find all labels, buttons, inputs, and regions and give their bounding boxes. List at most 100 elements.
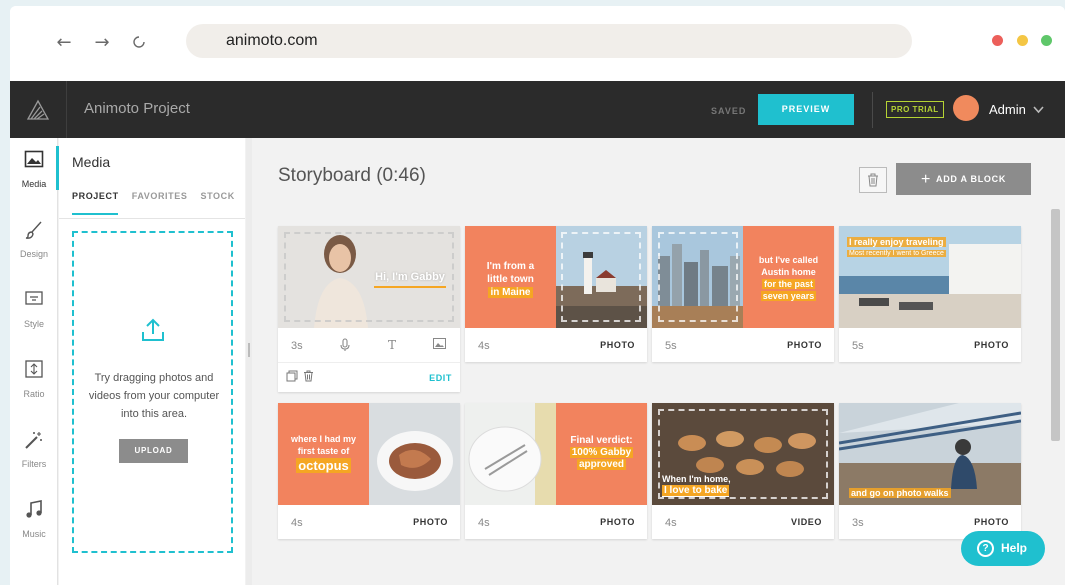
- block-duration[interactable]: 3s: [852, 517, 864, 529]
- music-icon: [24, 500, 44, 520]
- block-type: PHOTO: [600, 340, 635, 350]
- question-icon: ?: [977, 540, 994, 557]
- block-footer: 4s PHOTO: [465, 505, 647, 539]
- reload-icon[interactable]: [127, 30, 151, 54]
- add-block-button[interactable]: + ADD A BLOCK: [896, 163, 1031, 195]
- block-duration[interactable]: 5s: [852, 340, 864, 352]
- upload-button[interactable]: UPLOAD: [119, 439, 188, 463]
- overlay-line: I'm from a: [486, 261, 535, 272]
- back-arrow-icon[interactable]: ←: [52, 30, 76, 54]
- overlay-highlight: in Maine: [488, 287, 533, 298]
- edit-link[interactable]: EDIT: [429, 373, 452, 383]
- rail-item-music[interactable]: Music: [10, 488, 58, 548]
- rail-item-filters[interactable]: Filters: [10, 418, 58, 478]
- text-icon[interactable]: T: [388, 338, 396, 352]
- rail-item-media[interactable]: Media: [10, 138, 59, 198]
- forward-arrow-icon[interactable]: →: [90, 30, 114, 54]
- empty-plate-photo-image: [465, 403, 556, 505]
- block-duration[interactable]: 5s: [665, 340, 677, 352]
- window-dot-yellow[interactable]: [1017, 35, 1028, 46]
- block-thumbnail[interactable]: and go on photo walks: [839, 403, 1021, 505]
- topbar-divider: [872, 92, 873, 128]
- microphone-icon[interactable]: [340, 338, 350, 355]
- rail-label: Style: [23, 319, 44, 329]
- brush-icon: [24, 220, 44, 240]
- block-type: PHOTO: [600, 517, 635, 527]
- rail-item-ratio[interactable]: Ratio: [10, 348, 58, 408]
- block-duration[interactable]: 4s: [478, 517, 490, 529]
- pro-trial-badge[interactable]: PRO TRIAL: [886, 101, 944, 118]
- tab-favorites[interactable]: FAVORITES: [132, 191, 188, 201]
- block-duration[interactable]: 4s: [478, 340, 490, 352]
- overlay-line: Austin home: [761, 267, 816, 277]
- animoto-app: Animoto Project SAVED PREVIEW PRO TRIAL …: [10, 81, 1065, 585]
- storyboard-block[interactable]: and go on photo walks 3s PHOTO: [839, 403, 1021, 539]
- block-duration[interactable]: 4s: [665, 517, 677, 529]
- chevron-down-icon[interactable]: [1033, 103, 1044, 117]
- storyboard-block[interactable]: When I'm home, I love to bake 4s VIDEO: [652, 403, 834, 539]
- tab-stock[interactable]: STOCK: [200, 191, 234, 201]
- safe-area-frame: [561, 232, 641, 322]
- block-duration[interactable]: 3s: [291, 340, 303, 352]
- storyboard-title: Storyboard (0:46): [278, 165, 426, 186]
- storyboard-block[interactable]: I'm from a little town in Maine 4s PHOTO: [465, 226, 647, 362]
- window-dot-green[interactable]: [1041, 35, 1052, 46]
- image-icon[interactable]: [433, 338, 446, 352]
- block-footer: 4s PHOTO: [465, 328, 647, 362]
- rail-label: Design: [19, 249, 48, 259]
- url-bar[interactable]: animoto.com: [186, 24, 912, 58]
- storyboard-block[interactable]: Hi, I'm Gabby 3s T EDIT: [278, 226, 460, 392]
- block-thumbnail[interactable]: but I've called Austin home for the past…: [652, 226, 834, 328]
- block-thumbnail[interactable]: I really enjoy traveling Most recently I…: [839, 226, 1021, 328]
- block-overlay-text: When I'm home, I love to bake: [662, 473, 731, 497]
- rail-label: Music: [22, 529, 46, 539]
- block-footer: 5s PHOTO: [839, 328, 1021, 362]
- media-panel: Media PROJECT FAVORITES STOCK Try dragging…: [59, 138, 245, 585]
- saved-status: SAVED: [711, 106, 747, 116]
- avatar[interactable]: [953, 95, 979, 121]
- block-footer: 3s T: [278, 328, 460, 362]
- rail-item-design[interactable]: Design: [10, 208, 58, 268]
- overlay-highlight: Most recently I went to Greece: [847, 250, 946, 257]
- browser-toolbar: ← → animoto.com: [10, 6, 1065, 76]
- window-dot-red[interactable]: [992, 35, 1003, 46]
- duplicate-icon[interactable]: [286, 370, 298, 385]
- media-panel-title: Media: [72, 154, 111, 170]
- block-type: PHOTO: [974, 517, 1009, 527]
- overlay-line: Final verdict:: [570, 435, 633, 446]
- overlay-line: but I've called: [758, 255, 819, 265]
- block-thumbnail[interactable]: where I had my first taste of octopus: [278, 403, 460, 505]
- rail-item-style[interactable]: Style: [10, 278, 58, 338]
- block-type: PHOTO: [974, 340, 1009, 350]
- storyboard-block[interactable]: Final verdict: 100% Gabby approved 4s PH…: [465, 403, 647, 539]
- help-button[interactable]: ? Help: [961, 531, 1045, 566]
- tab-project[interactable]: PROJECT: [72, 191, 119, 201]
- block-thumbnail[interactable]: Hi, I'm Gabby: [278, 226, 460, 328]
- dropzone-instructions: Try dragging photos and videos from your…: [88, 372, 220, 420]
- trash-icon[interactable]: [303, 370, 314, 385]
- preview-button[interactable]: PREVIEW: [758, 94, 854, 125]
- upload-dropzone[interactable]: Try dragging photos and videos from your…: [72, 231, 233, 553]
- overlay-highlight: I love to bake: [662, 485, 730, 497]
- overlay-highlight: for the past: [761, 279, 815, 289]
- block-thumbnail[interactable]: Final verdict: 100% Gabby approved: [465, 403, 647, 505]
- project-title[interactable]: Animoto Project: [84, 100, 190, 117]
- storyboard-scrollbar-thumb[interactable]: [1051, 209, 1060, 441]
- block-duration[interactable]: 4s: [291, 517, 303, 529]
- block-thumbnail[interactable]: I'm from a little town in Maine: [465, 226, 647, 328]
- block-thumbnail[interactable]: When I'm home, I love to bake: [652, 403, 834, 505]
- left-rail: Media Design Style Ratio Filters Music: [10, 138, 59, 585]
- storyboard-block[interactable]: but I've called Austin home for the past…: [652, 226, 834, 362]
- animoto-logo-icon[interactable]: [10, 81, 67, 138]
- block-overlay-text: I'm from a little town in Maine: [469, 260, 552, 299]
- panel-resize-handle[interactable]: [246, 138, 252, 585]
- user-name[interactable]: Admin: [989, 102, 1026, 117]
- block-overlay-text: where I had my first taste of octopus: [282, 433, 365, 474]
- delete-button[interactable]: [859, 167, 887, 193]
- storyboard-block[interactable]: where I had my first taste of octopus 4s…: [278, 403, 460, 539]
- block-overlay-text: and go on photo walks: [849, 487, 951, 499]
- overlay-line: When I'm home,: [662, 474, 731, 484]
- safe-area-frame: [658, 232, 738, 322]
- storyboard-block[interactable]: I really enjoy traveling Most recently I…: [839, 226, 1021, 362]
- wand-icon: [24, 430, 44, 450]
